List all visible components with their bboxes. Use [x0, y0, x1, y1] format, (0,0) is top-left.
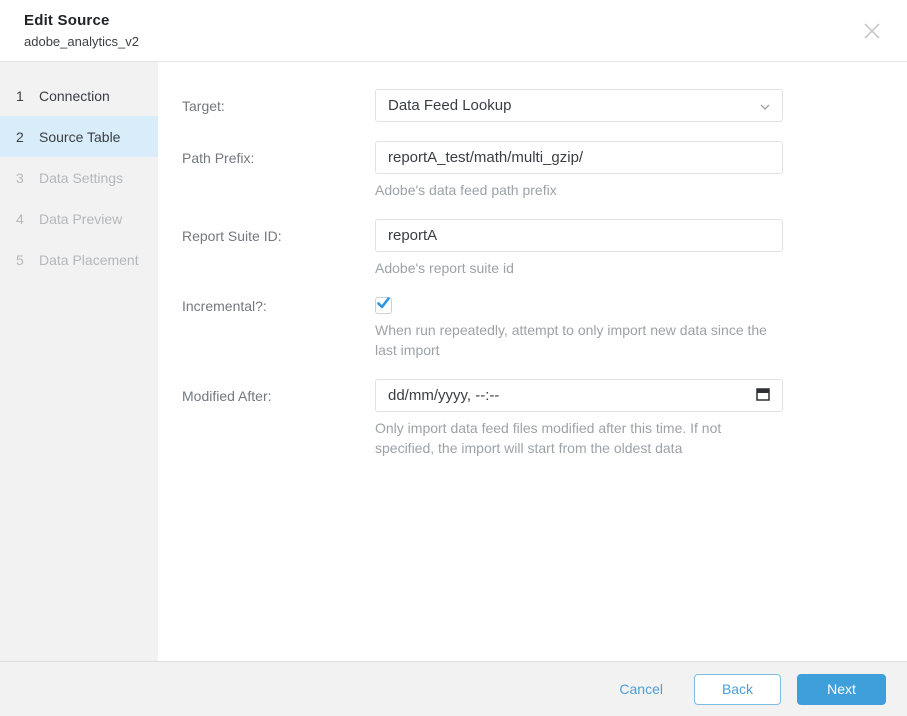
step-number: 1	[16, 88, 39, 104]
step-number: 3	[16, 170, 39, 186]
cancel-button[interactable]: Cancel	[619, 681, 663, 697]
step-label: Source Table	[39, 129, 120, 145]
calendar-icon[interactable]	[756, 387, 770, 405]
target-select-value: Data Feed Lookup	[388, 97, 511, 114]
form-row-incremental: Incremental?: When run repeatedly, attem…	[182, 297, 883, 360]
step-label: Data Settings	[39, 170, 123, 186]
helper-text: Adobe's report suite id	[375, 258, 783, 278]
form-row-report-suite-id: Report Suite ID: Adobe's report suite id	[182, 219, 883, 278]
modal-header: Edit Source adobe_analytics_v2	[0, 0, 907, 62]
path-prefix-input[interactable]	[375, 141, 783, 174]
helper-text: Adobe's data feed path prefix	[375, 180, 783, 200]
step-number: 5	[16, 252, 39, 268]
step-label: Connection	[39, 88, 110, 104]
modal-footer: Cancel Back Next	[0, 661, 907, 716]
sidebar-item-source-table[interactable]: 2 Source Table	[0, 116, 158, 157]
source-table-form: Target: Data Feed Lookup Path Prefix: Ad…	[158, 62, 907, 661]
back-button[interactable]: Back	[694, 674, 781, 705]
field-label: Incremental?:	[182, 297, 375, 360]
next-button[interactable]: Next	[797, 674, 886, 705]
step-number: 2	[16, 129, 39, 145]
report-suite-id-input[interactable]	[375, 219, 783, 252]
form-row-target: Target: Data Feed Lookup	[182, 89, 883, 122]
check-icon	[376, 296, 391, 316]
field-label: Report Suite ID:	[182, 219, 375, 278]
modified-after-input[interactable]: dd/mm/yyyy, --:--	[375, 379, 783, 412]
incremental-checkbox[interactable]	[375, 297, 392, 314]
sidebar-item-data-placement[interactable]: 5 Data Placement	[0, 239, 158, 280]
close-icon[interactable]	[860, 19, 884, 43]
sidebar-item-connection[interactable]: 1 Connection	[0, 75, 158, 116]
modal-body: 1 Connection 2 Source Table 3 Data Setti…	[0, 62, 907, 661]
page-title: Edit Source	[24, 12, 883, 29]
field-label: Target:	[182, 89, 375, 122]
step-label: Data Preview	[39, 211, 122, 227]
page-subtitle: adobe_analytics_v2	[24, 34, 883, 49]
chevron-down-icon	[760, 97, 770, 114]
helper-text: When run repeatedly, attempt to only imp…	[375, 320, 783, 360]
helper-text: Only import data feed files modified aft…	[375, 418, 783, 458]
steps-sidebar: 1 Connection 2 Source Table 3 Data Setti…	[0, 62, 158, 661]
field-label: Modified After:	[182, 379, 375, 458]
step-label: Data Placement	[39, 252, 139, 268]
step-number: 4	[16, 211, 39, 227]
modified-after-value: dd/mm/yyyy, --:--	[388, 387, 499, 404]
form-row-modified-after: Modified After: dd/mm/yyyy, --:-- Only i…	[182, 379, 883, 458]
edit-source-modal: Edit Source adobe_analytics_v2 1 Connect…	[0, 0, 907, 716]
form-row-path-prefix: Path Prefix: Adobe's data feed path pref…	[182, 141, 883, 200]
sidebar-item-data-preview[interactable]: 4 Data Preview	[0, 198, 158, 239]
field-label: Path Prefix:	[182, 141, 375, 200]
target-select[interactable]: Data Feed Lookup	[375, 89, 783, 122]
sidebar-item-data-settings[interactable]: 3 Data Settings	[0, 157, 158, 198]
